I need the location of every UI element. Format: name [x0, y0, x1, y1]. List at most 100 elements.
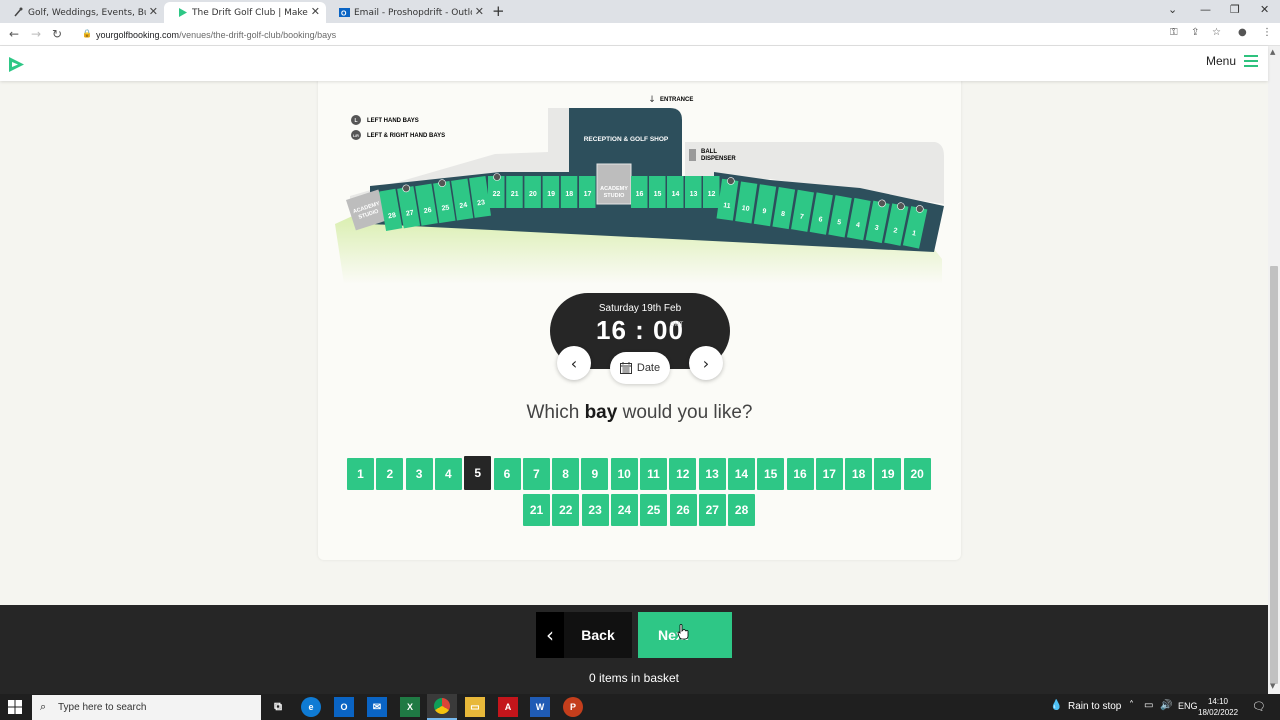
bay-button-8[interactable]: 8 — [552, 458, 580, 490]
map-bay-number: 24 — [459, 202, 468, 210]
bay-button-12[interactable]: 12 — [669, 458, 697, 490]
notifications-icon[interactable]: 🗨 — [1252, 700, 1266, 713]
close-tab-icon[interactable]: ✕ — [149, 5, 158, 18]
menu-button[interactable]: Menu — [1206, 54, 1258, 68]
mail-icon[interactable]: ✉ — [367, 697, 387, 717]
minimize-icon[interactable]: — — [1200, 3, 1211, 16]
bay-button-17[interactable]: 17 — [815, 458, 843, 490]
word-icon[interactable]: W — [530, 697, 550, 717]
bookmark-star-icon[interactable]: ☆ — [1212, 27, 1221, 38]
map-bay-16[interactable]: 16 — [631, 176, 648, 208]
browser-tab-outlook[interactable]: O Email - Proshopdrift - Outlook ✕ — [326, 2, 490, 23]
excel-icon[interactable]: X — [400, 697, 420, 717]
browser-menu-icon[interactable]: ⋮ — [1262, 27, 1272, 38]
language-indicator[interactable]: ENG — [1178, 701, 1198, 711]
new-tab-icon[interactable]: + — [492, 2, 505, 20]
tab-title: Email - Proshopdrift - Outlook — [354, 7, 472, 18]
task-view-icon[interactable]: ⧉ — [268, 697, 288, 717]
bay-button-13[interactable]: 13 — [698, 458, 726, 490]
chrome-icon[interactable] — [427, 694, 457, 720]
map-bay-21[interactable]: 21 — [506, 176, 523, 208]
map-bay-number: 13 — [690, 191, 698, 198]
bay-button-19[interactable]: 19 — [874, 458, 902, 490]
drift-logo[interactable] — [8, 56, 25, 73]
reload-icon[interactable]: ↻ — [52, 27, 62, 41]
network-icon[interactable]: ▭ — [1144, 700, 1153, 711]
map-bay-12[interactable]: 12 — [703, 176, 720, 208]
map-bay-22[interactable]: 22 — [488, 173, 505, 209]
bay-button-6[interactable]: 6 — [493, 458, 521, 490]
weather-text[interactable]: Rain to stop — [1068, 701, 1121, 712]
drift-favicon-icon — [179, 8, 187, 17]
date-picker-button[interactable]: Date — [610, 352, 670, 384]
file-explorer-icon[interactable]: ▭ — [465, 697, 485, 717]
back-button[interactable]: ‹ Back — [536, 612, 632, 658]
previous-time-button[interactable]: ‹ — [557, 346, 591, 380]
bay-button-28[interactable]: 28 — [728, 494, 756, 526]
page-scrollbar[interactable]: ▲ ▼ — [1268, 46, 1280, 694]
windows-start-icon[interactable] — [8, 700, 22, 714]
share-icon[interactable]: ⇪ — [1191, 27, 1199, 38]
bay-button-15[interactable]: 15 — [757, 458, 785, 490]
next-time-button[interactable]: › — [689, 346, 723, 380]
bay-button-16[interactable]: 16 — [786, 458, 814, 490]
bay-button-23[interactable]: 23 — [581, 494, 609, 526]
browser-tab-drift-golf[interactable]: The Drift Golf Club | Make a booking ✕ — [164, 2, 326, 23]
powerpoint-icon[interactable]: P — [563, 697, 583, 717]
map-bay-18[interactable]: 18 — [560, 176, 578, 208]
scroll-up-icon[interactable]: ▲ — [1270, 48, 1275, 56]
system-clock[interactable]: 14:10 18/02/2022 — [1198, 696, 1238, 718]
tray-chevron-icon[interactable]: ˄ — [1129, 700, 1134, 711]
bay-button-26[interactable]: 26 — [669, 494, 697, 526]
bay-button-14[interactable]: 14 — [727, 458, 755, 490]
bay-button-5[interactable]: 5 — [464, 456, 492, 490]
close-tab-icon[interactable]: ✕ — [475, 5, 484, 18]
scroll-thumb[interactable] — [1270, 266, 1278, 684]
question-suffix: would you like? — [617, 402, 753, 423]
map-bay-number: 17 — [584, 191, 592, 198]
restore-icon[interactable]: ❐ — [1230, 3, 1240, 16]
forward-arrow-icon[interactable]: → — [31, 27, 41, 41]
map-bay-13[interactable]: 13 — [685, 176, 702, 208]
legend-lr-key: L/R — [353, 134, 359, 138]
scroll-down-icon[interactable]: ▼ — [1270, 682, 1275, 690]
bay-button-22[interactable]: 22 — [552, 494, 580, 526]
bay-button-9[interactable]: 9 — [581, 458, 609, 490]
map-bay-20[interactable]: 20 — [524, 176, 541, 208]
bay-button-27[interactable]: 27 — [698, 494, 726, 526]
map-bay-15[interactable]: 15 — [649, 176, 666, 208]
volume-icon[interactable]: 🔊 — [1160, 700, 1172, 711]
close-tab-icon[interactable]: ✕ — [311, 5, 320, 18]
bay-button-18[interactable]: 18 — [845, 458, 873, 490]
map-bay-number: 14 — [672, 191, 680, 198]
map-bay-17[interactable]: 17 — [579, 176, 596, 208]
taskbar-search[interactable]: ⌕ Type here to search — [32, 695, 261, 720]
address-bar[interactable]: 🔒 yourgolfbooking.com/venues/the-drift-g… — [74, 25, 1234, 44]
bay-button-1[interactable]: 1 — [347, 458, 374, 490]
bay-button-24[interactable]: 24 — [610, 494, 638, 526]
map-bay-number: 22 — [493, 191, 501, 198]
academy-studio-center-label-1: ACADEMY — [600, 186, 628, 192]
bay-button-10[interactable]: 10 — [610, 458, 638, 490]
bay-button-20[interactable]: 20 — [903, 458, 931, 490]
map-bay-14[interactable]: 14 — [667, 176, 684, 208]
key-icon[interactable]: ⚿ — [1170, 27, 1178, 38]
map-bay-19[interactable]: 19 — [542, 176, 560, 208]
bay-button-21[interactable]: 21 — [523, 494, 550, 526]
bay-button-4[interactable]: 4 — [434, 458, 462, 490]
map-bay-number: 11 — [723, 202, 731, 210]
reception-label: RECEPTION & GOLF SHOP — [584, 136, 669, 143]
bay-button-2[interactable]: 2 — [376, 458, 404, 490]
bay-button-25[interactable]: 25 — [640, 494, 668, 526]
profile-icon[interactable]: ● — [1238, 27, 1247, 38]
back-arrow-icon[interactable]: ← — [9, 27, 19, 41]
outlook-icon[interactable]: O — [334, 697, 354, 717]
tab-search-icon[interactable]: ⌄ — [1168, 3, 1177, 16]
browser-tab-golf-weddings[interactable]: Golf, Weddings, Events, Business ✕ — [0, 2, 164, 23]
close-window-icon[interactable]: ✕ — [1260, 3, 1269, 16]
bay-button-11[interactable]: 11 — [640, 458, 667, 490]
bay-button-7[interactable]: 7 — [522, 458, 550, 490]
edge-icon[interactable]: e — [301, 697, 321, 717]
bay-button-3[interactable]: 3 — [405, 458, 433, 490]
acrobat-icon[interactable]: A — [498, 697, 518, 717]
